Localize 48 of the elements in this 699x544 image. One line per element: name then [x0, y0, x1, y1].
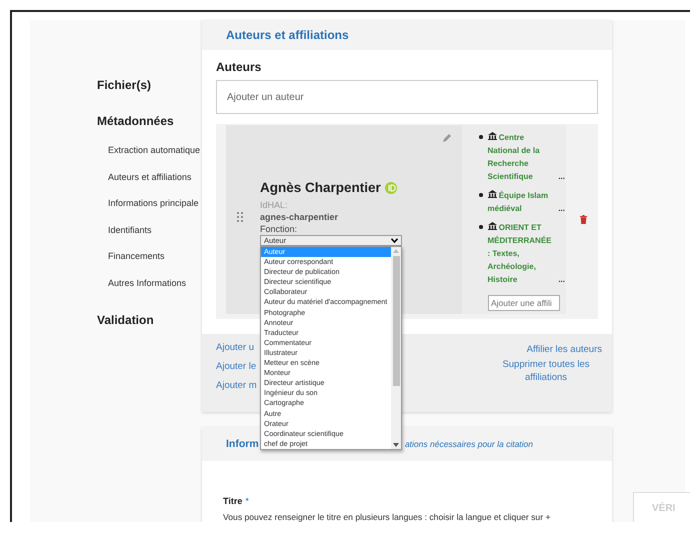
action-link[interactable]: Ajouter le	[216, 361, 257, 372]
sidebar-item[interactable]: Financements	[108, 243, 202, 270]
sidebar-heading[interactable]: Métadonnées	[97, 114, 202, 128]
field-label: Titre	[223, 496, 242, 506]
trash-icon[interactable]	[580, 215, 587, 224]
building-icon	[488, 222, 496, 230]
id-badge-icon	[384, 182, 397, 194]
sidebar-item[interactable]: Auteurs et affiliations	[108, 164, 202, 190]
sidebar-item[interactable]: Informations principale	[108, 190, 202, 217]
more-link[interactable]: ...	[558, 170, 565, 183]
authors-heading: Auteurs	[216, 60, 262, 74]
more-link[interactable]: ...	[558, 202, 565, 215]
action-link[interactable]: Affilier les auteurs	[526, 344, 602, 355]
help-text: Vous pouvez renseigner le titre en plusieurs langues : choisir la langue et cliquer sur +	[223, 512, 552, 522]
scrollbar-thumb[interactable]	[392, 256, 400, 386]
sidebar-heading[interactable]: Validation	[97, 312, 202, 327]
bullet-icon	[479, 135, 482, 138]
section-subtitle: ations nécessaires pour la citation	[404, 439, 533, 449]
sidebar-heading[interactable]: Fichier(s)	[97, 78, 202, 92]
function-label: Fonction:	[260, 224, 298, 234]
bullet-icon	[479, 225, 482, 228]
author-search-field[interactable]: Ajouter un auteur	[216, 80, 598, 114]
idhal-label: IdHAL:	[260, 200, 289, 210]
scroll-down-icon[interactable]	[393, 443, 399, 447]
section-title: Inform	[226, 438, 259, 450]
action-link[interactable]: Ajouter u	[216, 342, 257, 353]
affiliation-link[interactable]: Équipe Islam médiéval	[488, 189, 556, 215]
action-link[interactable]: Ajouter m	[216, 380, 257, 391]
affiliation-link[interactable]: Centre National de la Recherche Scientifique	[488, 131, 556, 183]
scrollbar[interactable]	[391, 247, 401, 449]
chevron-down-icon	[391, 238, 398, 243]
sidebar-item[interactable]: Autres Informations	[108, 270, 202, 297]
scroll-up-icon[interactable]	[393, 249, 399, 253]
required-mark: *	[245, 496, 249, 506]
author-name: Agnès Charpentier	[260, 180, 381, 195]
affiliation-input-field[interactable]: Ajouter une affili	[488, 295, 560, 311]
sidebar-item[interactable]: Extraction automatique	[108, 137, 202, 164]
affiliation-link[interactable]: ORIENT ET MÉDITERRANÉE : Textes, Archéologie, Histoire	[488, 221, 556, 286]
building-icon	[488, 132, 496, 140]
more-link[interactable]: ...	[558, 273, 565, 286]
action-link[interactable]: Supprimer toutes les affiliations	[490, 358, 602, 384]
section-title: Auteurs et affiliations	[226, 28, 349, 42]
pencil-icon[interactable]	[442, 133, 452, 143]
drag-handle-icon[interactable]	[237, 212, 243, 222]
sidebar-item[interactable]: Identifiants	[108, 216, 202, 244]
building-icon	[488, 190, 496, 198]
bullet-icon	[479, 193, 482, 196]
idhal-value: agnes-charpentier	[260, 212, 340, 222]
